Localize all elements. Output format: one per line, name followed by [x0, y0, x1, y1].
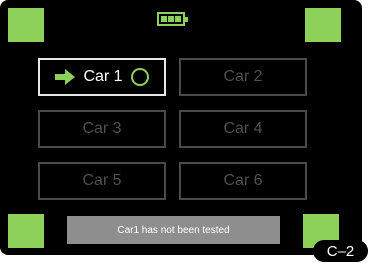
figure-label: C–2 — [313, 240, 368, 262]
arrow-right-icon — [55, 69, 76, 85]
car-5-button[interactable]: Car 5 — [38, 162, 166, 200]
top-right-corner-button[interactable] — [305, 8, 341, 42]
car-2-label: Car 2 — [223, 68, 263, 85]
status-message: Car1 has not been tested — [67, 216, 280, 244]
circle-icon — [130, 68, 149, 86]
car-2-button[interactable]: Car 2 — [179, 58, 307, 96]
car-1-button[interactable]: Car 1 — [38, 58, 166, 96]
car-6-button[interactable]: Car 6 — [179, 162, 307, 200]
bottom-left-corner-button[interactable] — [8, 214, 44, 248]
top-left-corner-button[interactable] — [8, 8, 44, 42]
car-5-label: Car 5 — [82, 172, 122, 189]
car-4-label: Car 4 — [223, 120, 263, 137]
car-6-label: Car 6 — [223, 172, 263, 189]
car-1-label: Car 1 — [83, 68, 123, 85]
battery-icon — [157, 12, 188, 26]
car-3-label: Car 3 — [82, 120, 122, 137]
device-screen: Car 1 Car 2 Car 3 Car 4 Car 5 Car 6 Car1… — [0, 0, 362, 255]
car-4-button[interactable]: Car 4 — [179, 110, 307, 148]
car-3-button[interactable]: Car 3 — [38, 110, 166, 148]
